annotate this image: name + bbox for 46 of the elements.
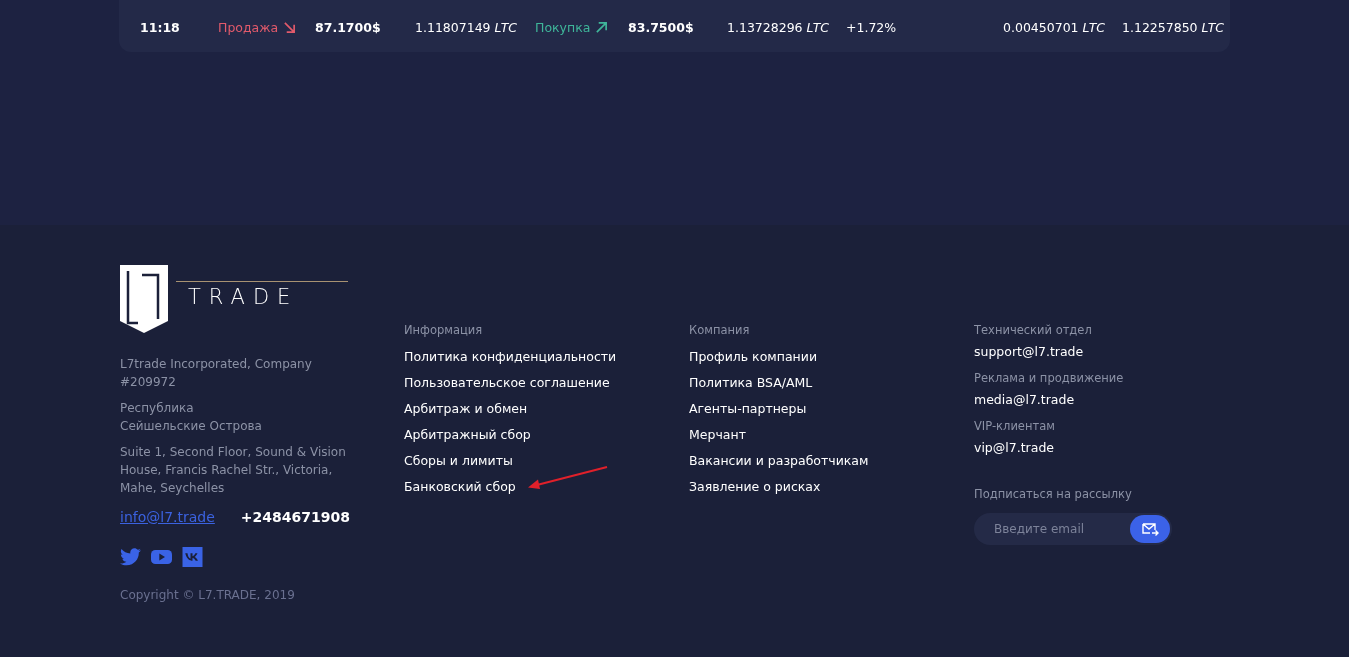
table-cell-text: 87.1700$	[315, 19, 382, 35]
address-text: Suite 1, Second Floor, Sound & Vision House, Francis Rachel Str., Victoria, Mahe, Seychelles	[120, 444, 347, 497]
table-cell-text: 83.7500$	[628, 19, 695, 35]
subscribe-label: Подписаться на рассылку	[974, 487, 1133, 501]
footer-link[interactable]: Мерчант	[689, 427, 746, 442]
contact-email-link[interactable]: vip@l7.trade	[974, 440, 1055, 455]
footer-link[interactable]: Политика конфиденциальности	[404, 349, 617, 364]
footer-link[interactable]: Агенты-партнеры	[689, 401, 807, 416]
footer-link[interactable]: Политика BSA/AML	[689, 375, 813, 390]
table-cell-text: +1.72%	[846, 19, 898, 35]
contact-label: VIP-клиентам	[974, 419, 1056, 433]
footer-link[interactable]: Сборы и лимиты	[404, 453, 513, 468]
vk-logo-icon[interactable]	[182, 547, 203, 567]
phone-text: +2484671908	[240, 509, 350, 525]
footer-link[interactable]: Банковский сбор	[404, 479, 516, 494]
contact-label: Технический отдел	[974, 323, 1093, 337]
country-text: Республика	[120, 400, 195, 417]
contact-email-link[interactable]: media@l7.trade	[974, 392, 1075, 407]
table-cell-text: 1.12257850 LTC	[1122, 19, 1225, 35]
copyright-text: Copyright © L7.TRADE, 2019	[120, 588, 296, 602]
footer-link[interactable]: Пользовательское соглашение	[404, 375, 610, 390]
footer-link[interactable]: Арбитраж и обмен	[404, 401, 528, 416]
column-heading: Компания	[689, 323, 751, 337]
footer-link[interactable]: Арбитражный сбор	[404, 427, 531, 442]
footer-link[interactable]: Вакансии и разработчикам	[689, 453, 869, 468]
table-cell: Покупка	[535, 19, 628, 35]
table-cell-text: 1.11807149 LTC	[415, 19, 518, 35]
table-cell-text: 0.00450701 LTC	[1003, 19, 1106, 35]
table-cell-text: 1.13728296 LTC	[727, 19, 830, 35]
table-cell: Продажа	[218, 19, 315, 35]
arrow-up-right-icon	[595, 20, 609, 34]
column-heading: Информация	[404, 323, 484, 337]
logo-shield-icon	[120, 265, 168, 333]
youtube-play-icon[interactable]	[151, 547, 172, 567]
footer-link[interactable]: Заявление о рисках	[689, 479, 821, 494]
arrow-down-right-icon	[283, 20, 297, 34]
company-text: L7trade Incorporated, Company #209972	[120, 356, 313, 391]
table-cell-text: 11:18	[140, 19, 181, 35]
contact-label: Реклама и продвижение	[974, 371, 1125, 385]
logo-text: TRADE	[176, 281, 348, 309]
footer-link[interactable]: Профиль компании	[689, 349, 817, 364]
contact-email-link[interactable]: support@l7.trade	[974, 344, 1084, 359]
twitter-bird-icon[interactable]	[120, 547, 141, 567]
subscribe-button[interactable]	[1130, 515, 1170, 543]
country-text: Сейшельские Острова	[120, 418, 263, 435]
mail-send-icon	[1141, 521, 1159, 537]
